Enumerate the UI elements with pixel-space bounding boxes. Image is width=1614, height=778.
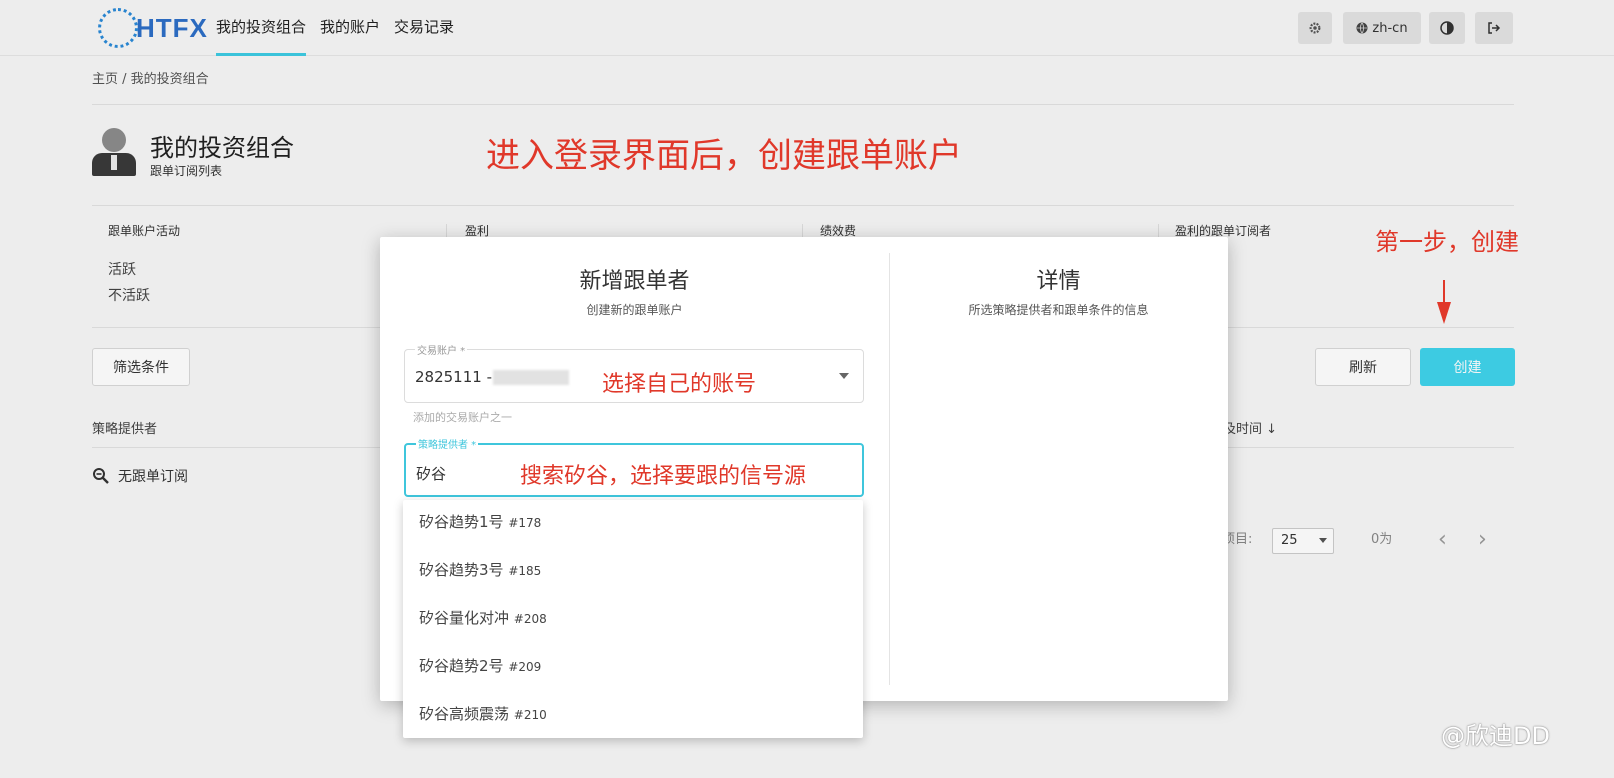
column-header-provider[interactable]: 策略提供者 <box>92 418 157 437</box>
empty-state-text: 无跟单订阅 <box>118 469 188 485</box>
gear-icon <box>1309 22 1321 34</box>
redacted-account <box>493 370 569 385</box>
arrow-down-icon <box>1437 302 1451 324</box>
contrast-icon <box>1440 21 1454 35</box>
watermark: @欣迪DD <box>1441 722 1550 750</box>
create-button[interactable]: 创建 <box>1420 348 1515 386</box>
filter-activity-label: 跟单账户活动 <box>108 224 181 238</box>
logout-button[interactable] <box>1475 12 1513 44</box>
nav-my-portfolio[interactable]: 我的投资组合 <box>216 0 307 56</box>
filter-option-inactive[interactable]: 不活跃 <box>108 285 150 305</box>
trading-account-value: 2825111 - <box>415 368 492 386</box>
settings-button[interactable] <box>1298 12 1332 44</box>
details-subtitle: 所选策略提供者和跟单条件的信息 <box>968 303 1149 317</box>
dropdown-option[interactable]: 矽谷量化对冲 #208 <box>419 607 547 628</box>
trading-account-help: 添加的交易账户之一 <box>413 411 512 424</box>
chevron-down-icon <box>1319 538 1327 543</box>
theme-toggle-button[interactable] <box>1429 12 1465 44</box>
empty-state: 无跟单订阅 <box>92 466 188 486</box>
filter-button[interactable]: 筛选条件 <box>92 348 190 386</box>
dropdown-option[interactable]: 矽谷趋势1号 #178 <box>419 511 541 532</box>
dialog-subtitle: 创建新的跟单账户 <box>586 303 683 317</box>
provider-dropdown: 矽谷趋势1号 #178 矽谷趋势3号 #185 矽谷量化对冲 #208 矽谷趋势… <box>403 500 863 738</box>
per-page-value: 25 <box>1281 533 1298 548</box>
language-button[interactable]: zh-cn <box>1343 12 1421 44</box>
strategy-provider-input[interactable]: 策略提供者 * 矽谷 <box>404 436 864 497</box>
page-subtitle: 跟单订阅列表 <box>150 164 223 178</box>
page-range: 0为 <box>1371 532 1393 547</box>
divider <box>92 205 1514 206</box>
annotation-arrow <box>1443 280 1445 304</box>
annotation-main: 进入登录界面后，创建跟单账户 <box>486 136 962 176</box>
dialog-title: 新增跟单者 <box>579 269 690 294</box>
search-off-icon <box>93 468 109 484</box>
annotation-step1: 第一步，创建 <box>1375 228 1519 256</box>
divider <box>92 104 1514 105</box>
htfx-logo[interactable]: HTFX <box>98 8 208 48</box>
dropdown-option[interactable]: 矽谷高频震荡 #210 <box>419 703 547 724</box>
nav-trade-history[interactable]: 交易记录 <box>394 0 454 56</box>
dropdown-option[interactable]: 矽谷趋势3号 #185 <box>419 559 541 580</box>
chevron-left-icon[interactable]: ‹ <box>1438 529 1447 551</box>
chevron-down-icon[interactable] <box>839 373 849 379</box>
strategy-provider-label: 策略提供者 * <box>416 436 479 451</box>
logo-ring-icon <box>98 8 138 48</box>
refresh-button[interactable]: 刷新 <box>1315 348 1411 386</box>
trading-account-label: 交易账户 * <box>415 342 468 357</box>
trading-account-select[interactable]: 交易账户 * 2825111 - <box>404 342 864 403</box>
breadcrumb[interactable]: 主页 / 我的投资组合 <box>92 68 209 87</box>
language-label: zh-cn <box>1372 20 1408 36</box>
nav-my-accounts[interactable]: 我的账户 <box>320 0 380 56</box>
logout-icon <box>1488 22 1501 34</box>
main-nav: 我的投资组合 我的账户 交易记录 <box>216 0 468 56</box>
globe-icon <box>1356 22 1368 34</box>
per-page-select[interactable]: 25 <box>1272 528 1334 554</box>
top-header: HTFX 我的投资组合 我的账户 交易记录 zh-cn <box>0 0 1614 56</box>
page-title: 我的投资组合 <box>150 134 294 162</box>
chevron-right-icon[interactable]: › <box>1478 529 1487 551</box>
filter-option-active[interactable]: 活跃 <box>108 259 136 279</box>
strategy-provider-value: 矽谷 <box>416 465 447 483</box>
details-title: 详情 <box>1036 269 1081 294</box>
column-header-time[interactable]: 及时间 ↓ <box>1223 418 1277 437</box>
user-avatar-icon <box>92 128 136 176</box>
dropdown-option[interactable]: 矽谷趋势2号 #209 <box>419 655 541 676</box>
